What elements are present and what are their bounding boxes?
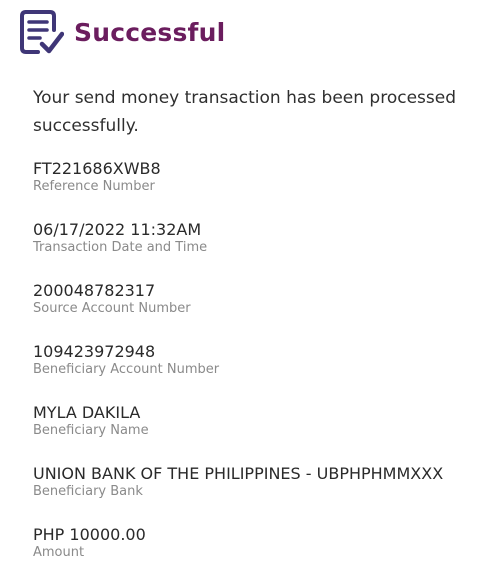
amount-label: Amount — [33, 545, 85, 560]
source-account-label: Source Account Number — [33, 301, 191, 316]
beneficiary-bank-label: Beneficiary Bank — [33, 484, 143, 499]
amount-value: PHP 10000.00 — [33, 525, 146, 544]
receipt-check-icon — [20, 8, 65, 56]
source-account-value: 200048782317 — [33, 281, 156, 300]
beneficiary-account-label: Beneficiary Account Number — [33, 362, 220, 377]
reference-number-field: FT221686XWB8 Reference Number — [33, 159, 161, 195]
beneficiary-bank-value: UNION BANK OF THE PHILIPPINES - UBPHPHMM… — [33, 464, 444, 483]
beneficiary-name-value: MYLA DAKILA — [33, 403, 141, 422]
reference-number-label: Reference Number — [33, 179, 155, 194]
amount-field: PHP 10000.00 Amount — [33, 525, 146, 561]
source-account-field: 200048782317 Source Account Number — [33, 281, 191, 317]
transaction-date-field: 06/17/2022 11:32AM Transaction Date and … — [33, 220, 207, 256]
beneficiary-name-field: MYLA DAKILA Beneficiary Name — [33, 403, 149, 439]
transaction-date-value: 06/17/2022 11:32AM — [33, 220, 202, 239]
success-header: Successful — [20, 8, 225, 56]
beneficiary-bank-field: UNION BANK OF THE PHILIPPINES - UBPHPHMM… — [33, 464, 443, 500]
page-title: Successful — [74, 17, 226, 47]
reference-number-value: FT221686XWB8 — [33, 159, 161, 178]
transaction-date-label: Transaction Date and Time — [33, 240, 208, 255]
beneficiary-account-field: 109423972948 Beneficiary Account Number — [33, 342, 219, 378]
success-message: Your send money transaction has been pro… — [33, 88, 456, 136]
beneficiary-name-label: Beneficiary Name — [33, 423, 149, 438]
beneficiary-account-value: 109423972948 — [33, 342, 156, 361]
